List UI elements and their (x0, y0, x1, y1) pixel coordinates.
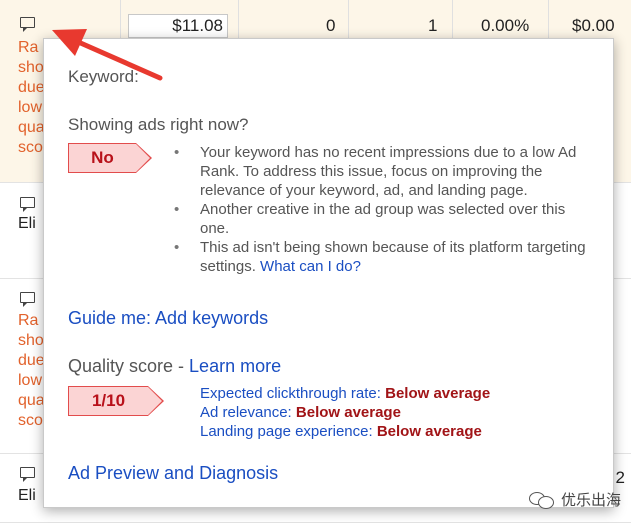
wechat-icon (528, 491, 555, 509)
showing-ads-badge: No (68, 143, 152, 173)
comment-icon[interactable] (20, 467, 35, 482)
metric-ad-relevance: Ad relevance: Below average (200, 404, 401, 421)
watermark-text: 优乐出海 (560, 492, 621, 509)
what-can-i-do-link[interactable]: What can I do? (260, 258, 361, 275)
comment-icon[interactable] (20, 17, 35, 32)
metric-landing-page: Landing page experience: Below average (200, 423, 482, 440)
status-text: Ra sho due low qua sco (18, 312, 45, 429)
quality-score-badge: 1/10 (68, 386, 164, 416)
comment-icon[interactable] (20, 197, 35, 212)
status-text: Eli (18, 487, 36, 504)
max-cpc-input[interactable]: $11.08 (128, 14, 228, 38)
reasons-list: Your keyword has no recent impressions d… (173, 143, 593, 276)
quality-score-heading: Quality score - Learn more (68, 356, 282, 376)
metric-ctr: Expected clickthrough rate: Below averag… (200, 385, 491, 402)
quality-metrics: Expected clickthrough rate: Below averag… (200, 384, 490, 441)
list-item: Another creative in the ad group was sel… (173, 200, 593, 238)
keyword-label: Keyword: (68, 67, 139, 86)
ctr-cell: 0.00% (481, 16, 530, 35)
status-text: Eli (18, 215, 36, 232)
cost-cell: $0.00 (572, 16, 615, 35)
comment-icon[interactable] (20, 292, 35, 307)
status-text: Ra sho due low qua sco (18, 39, 45, 156)
list-item: Your keyword has no recent impressions d… (173, 143, 593, 200)
clicks-cell: 0 (326, 16, 336, 35)
keyword-status-popup: Keyword: Showing ads right now? No Your … (43, 38, 614, 508)
cost-cell: 2 (615, 468, 625, 487)
showing-ads-heading: Showing ads right now? (68, 115, 249, 134)
impressions-cell: 1 (428, 16, 438, 35)
guide-add-keywords-link[interactable]: Guide me: Add keywords (68, 308, 268, 329)
ad-preview-diagnosis-link[interactable]: Ad Preview and Diagnosis (68, 463, 278, 484)
watermark: 优乐出海 (528, 489, 621, 510)
learn-more-link[interactable]: Learn more (189, 356, 281, 376)
list-item: This ad isn't being shown because of its… (173, 238, 593, 276)
